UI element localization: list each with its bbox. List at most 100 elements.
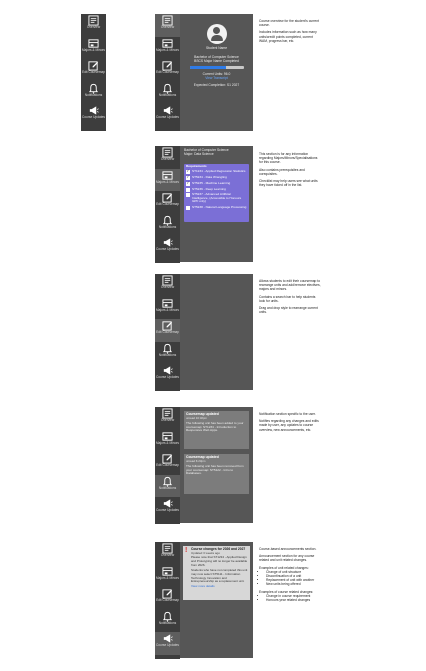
majors-icon xyxy=(162,170,173,181)
avatar xyxy=(206,24,227,44)
requirement-label: ST5237 - Advanced Artificial Intelligenc… xyxy=(192,192,242,204)
note-text: Checklist may help users see what units … xyxy=(259,179,318,188)
majors-panel: Bachelor of Computer Science Major: Data… xyxy=(180,146,253,262)
sidebar-item-overview[interactable]: Overview xyxy=(155,542,180,565)
major-name: BSCS Major Name Completed xyxy=(194,59,239,64)
announcement-body: Students who have not completed this uni… xyxy=(191,568,248,584)
majors-icon xyxy=(162,298,173,309)
sidebar-item-notifications[interactable]: Notifications xyxy=(155,474,180,497)
bell-icon xyxy=(162,343,173,354)
sidebar-screen2: Overview Majors & Minors Edit Coursemap … xyxy=(155,146,180,263)
bell-icon xyxy=(88,83,99,94)
note-list-item: Honours year related changes xyxy=(266,598,321,602)
note-text: Notifies regarding any changes and edits… xyxy=(259,419,319,432)
student-name: Student Name xyxy=(205,46,228,50)
requirement-label: ST1234 - Applied Regression Statistics xyxy=(192,169,246,174)
sidebar-item-majors[interactable]: Majors & Minors xyxy=(155,168,180,191)
requirement-label: ST5238 - Natural Language Processing xyxy=(192,204,247,209)
sidebar-item-updates[interactable]: Course Updates xyxy=(81,104,106,127)
majors-icon xyxy=(162,431,173,442)
note-text: Course-based announcements section. xyxy=(259,547,317,551)
sidebar-item-overview[interactable]: Overview xyxy=(155,146,180,169)
requirement-label: ST5234 - Data Wrangling xyxy=(192,175,227,180)
bell-icon xyxy=(162,611,173,622)
requirements-title: Requirements xyxy=(186,164,207,168)
view-more-link[interactable]: View more details xyxy=(185,584,248,589)
notification-time: unread 10:32pm xyxy=(186,415,208,420)
note-text: Notification section specific to the use… xyxy=(259,412,316,416)
sidebar-item-majors[interactable]: Majors & Minors xyxy=(155,37,180,60)
note-text: Course overview for the student's curren… xyxy=(259,19,320,28)
sidebar-item-updates[interactable]: Course Updates xyxy=(155,104,180,127)
requirements-card: Requirements ST1234 - Applied Regression… xyxy=(184,164,249,222)
major-name: Major: Data Science xyxy=(184,152,214,157)
requirement-item[interactable]: ST5235 - Machine Learning xyxy=(184,181,249,186)
majors-icon xyxy=(162,566,173,577)
expected-completion: Expected Completion: S1 2027 xyxy=(193,83,240,88)
sidebar-item-edit[interactable]: Edit Coursemap xyxy=(155,319,180,342)
progress-bar xyxy=(189,65,244,69)
bell-icon xyxy=(162,476,173,487)
sidebar-item-overview[interactable]: Overview xyxy=(155,407,180,430)
requirement-checkbox[interactable] xyxy=(186,181,190,186)
note-screen5: Course-based announcements section. Anno… xyxy=(259,547,321,605)
sidebar-item-notifications[interactable]: Notifications xyxy=(155,82,180,105)
notification-card[interactable]: Coursemap updated unread 10:32pm The fol… xyxy=(184,411,249,449)
announcement-body: Please note that ST1234 - Applied Design… xyxy=(191,555,248,567)
sidebar-item-overview[interactable]: Overview xyxy=(155,14,180,37)
notification-body: The following unit has been removed from… xyxy=(186,463,244,476)
note-text: Includes information such as how many un… xyxy=(259,30,317,43)
view-transcript-link[interactable]: View Transcript xyxy=(180,76,253,80)
sidebar-item-updates[interactable]: Course Updates xyxy=(155,632,180,655)
sidebar-item-notifications[interactable]: Notifications xyxy=(81,82,106,105)
overview-panel: Student Name Bachelor of Computer Scienc… xyxy=(180,14,253,131)
announcement-card[interactable]: ! Course changes for 2026 and 2027 Updat… xyxy=(183,546,250,600)
sidebar-item-majors[interactable]: Majors & Minors xyxy=(155,297,180,320)
note-list-item: New units being offered xyxy=(266,582,321,586)
warning-icon: ! xyxy=(185,547,188,554)
requirement-item[interactable]: ST5234 - Data Wrangling xyxy=(184,175,249,181)
sidebar-item-notifications[interactable]: Notifications xyxy=(155,214,180,237)
bell-icon xyxy=(162,83,173,94)
sidebar-item-edit[interactable]: Edit Coursemap xyxy=(155,59,180,82)
sidebar-item-updates[interactable]: Course Updates xyxy=(155,364,180,387)
sidebar-item-overview[interactable]: Overview xyxy=(155,274,180,297)
note-screen2: This section is for any information rega… xyxy=(259,152,321,190)
note-screen3: Allows students to edit their coursemap … xyxy=(259,279,321,317)
notification-card[interactable]: Coursemap updated unread 6:23pm The foll… xyxy=(184,454,249,494)
sidebar-item-updates[interactable]: Course Updates xyxy=(155,236,180,259)
note-text: This section is for any information rega… xyxy=(259,152,318,165)
requirement-item[interactable]: ST5238 - Natural Language Processing xyxy=(184,204,249,210)
majors-icon xyxy=(162,38,173,49)
note-text: Drag and drop style to rearrange current… xyxy=(259,306,318,315)
sidebar-standalone: Overview Majors & Minors Edit Coursemap … xyxy=(81,14,106,131)
requirement-checkbox[interactable] xyxy=(186,187,190,192)
sidebar-item-edit[interactable]: Edit Coursemap xyxy=(155,587,180,610)
note-screen4: Notification section specific to the use… xyxy=(259,412,321,435)
sidebar-screen4: Overview Majors & Minors Edit Coursemap … xyxy=(155,407,180,524)
sidebar-item-majors[interactable]: Majors & Minors xyxy=(81,37,106,60)
majors-icon xyxy=(88,38,99,49)
sidebar-item-majors[interactable]: Majors & Minors xyxy=(155,430,180,453)
requirement-item[interactable]: ST5237 - Advanced Artificial Intelligenc… xyxy=(184,193,249,204)
requirement-checkbox[interactable] xyxy=(186,205,190,210)
notifications-panel: Coursemap updated unread 10:32pm The fol… xyxy=(180,407,253,523)
progress-fill xyxy=(189,65,227,69)
sidebar-item-updates[interactable]: Course Updates xyxy=(155,497,180,520)
sidebar-item-edit[interactable]: Edit Coursemap xyxy=(155,191,180,214)
note-text: Contains a search bar to help students l… xyxy=(259,294,316,303)
requirement-item[interactable]: ST5236 - Deep Learning xyxy=(184,187,249,192)
sidebar-item-majors[interactable]: Majors & Minors xyxy=(155,565,180,588)
edit-coursemap-panel[interactable] xyxy=(180,274,253,390)
sidebar-screen3: Overview Majors & Minors Edit Coursemap … xyxy=(155,274,180,391)
sidebar-item-edit[interactable]: Edit Coursemap xyxy=(155,452,180,475)
notification-body: The following unit has been added to you… xyxy=(186,420,244,433)
sidebar-item-notifications[interactable]: Notifications xyxy=(155,610,180,633)
sidebar-item-notifications[interactable]: Notifications xyxy=(155,342,180,365)
note-list: Change in course requirementHonours year… xyxy=(259,594,321,602)
sidebar-item-overview[interactable]: Overview xyxy=(81,14,106,37)
requirement-item[interactable]: ST1234 - Applied Regression Statistics xyxy=(184,169,249,175)
sidebar-item-edit[interactable]: Edit Coursemap xyxy=(81,59,106,82)
bell-icon xyxy=(162,215,173,226)
requirement-checkbox[interactable] xyxy=(186,193,190,198)
